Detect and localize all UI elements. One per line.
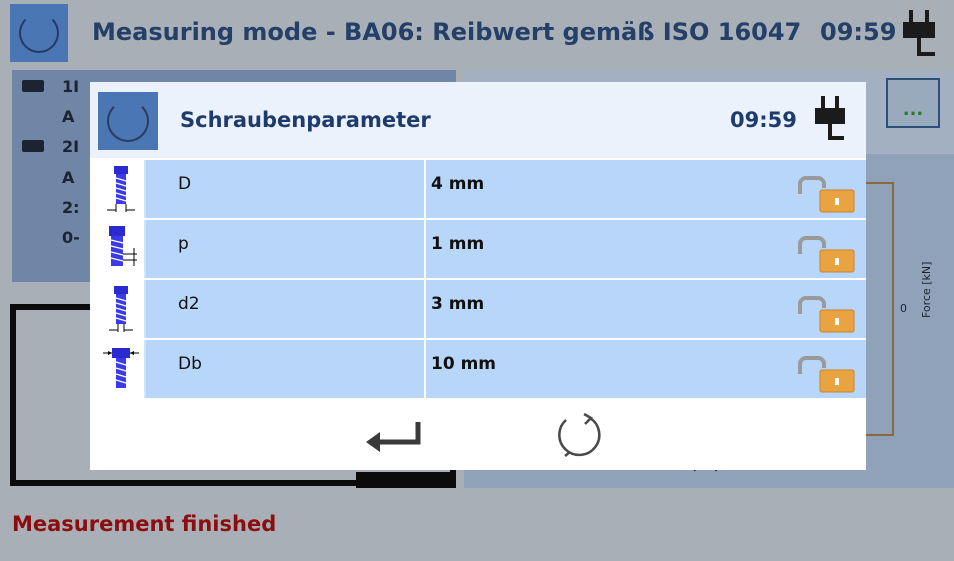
screw-parameter-dialog: Schraubenparameter 09:59 D 4 mm p 1 mm d… — [90, 82, 866, 470]
more-button[interactable]: ... — [886, 78, 940, 128]
parameter-name: p — [178, 234, 189, 254]
refresh-icon[interactable] — [552, 408, 608, 464]
device-info-line: 2I — [62, 137, 80, 156]
column-divider — [424, 340, 426, 398]
power-plug-icon — [815, 96, 845, 140]
parameter-row-db[interactable]: Db 10 mm — [98, 340, 866, 398]
lock-icon[interactable] — [798, 296, 858, 334]
parameter-value[interactable]: 4 mm — [431, 174, 484, 194]
lock-icon[interactable] — [798, 356, 858, 394]
parameter-row-d[interactable]: D 4 mm — [98, 160, 866, 218]
device-info-line: 2: — [62, 198, 80, 217]
parameter-value[interactable]: 3 mm — [431, 294, 484, 314]
y-axis-label: Force [kN] — [920, 261, 933, 318]
screw-pitch-icon — [98, 220, 146, 278]
device-info-line: A — [62, 168, 75, 187]
status-message: Measurement finished — [12, 512, 277, 536]
clock-time: 09:59 — [730, 108, 797, 132]
app-header: Measuring mode - BA06: Reibwert gemäß IS… — [0, 0, 954, 68]
lock-icon[interactable] — [798, 176, 858, 214]
lock-icon[interactable] — [798, 236, 858, 274]
device-icon — [22, 80, 44, 92]
chart-axis — [866, 434, 894, 436]
device-icon — [22, 140, 44, 152]
parameter-name: Db — [178, 354, 202, 374]
column-divider — [424, 280, 426, 338]
screw-diameter-icon — [98, 160, 146, 218]
page-title: Measuring mode - BA06: Reibwert gemäß IS… — [92, 18, 802, 46]
parameter-value[interactable]: 10 mm — [431, 354, 496, 374]
dialog-header: Schraubenparameter 09:59 — [90, 82, 866, 158]
column-divider — [424, 160, 426, 218]
parameter-row-d2[interactable]: d2 3 mm — [98, 280, 866, 338]
device-info-line: A — [62, 107, 75, 126]
parameter-name: d2 — [178, 294, 200, 314]
chart-axis — [892, 182, 894, 436]
chart-axis — [866, 182, 894, 184]
column-divider — [424, 220, 426, 278]
dialog-footer — [90, 400, 866, 470]
power-plug-icon — [903, 10, 935, 56]
graph-frame-bar — [356, 472, 456, 488]
parameter-name: D — [178, 174, 192, 194]
device-info-line: 0- — [62, 228, 80, 247]
dialog-title: Schraubenparameter — [180, 108, 431, 132]
screw-head-diameter-icon — [98, 340, 146, 398]
parameter-table: D 4 mm p 1 mm d2 3 mm Db 10 mm — [98, 160, 866, 400]
y-axis-tick: 0 — [900, 302, 907, 315]
device-info-line: 1I — [62, 77, 80, 96]
parameter-row-p[interactable]: p 1 mm — [98, 220, 866, 278]
cycle-icon[interactable] — [98, 92, 158, 150]
screw-pitch-diameter-icon — [98, 280, 146, 338]
clock-time: 09:59 — [820, 18, 897, 46]
cycle-icon[interactable] — [10, 4, 68, 62]
parameter-value[interactable]: 1 mm — [431, 234, 484, 254]
enter-icon[interactable] — [360, 416, 424, 456]
